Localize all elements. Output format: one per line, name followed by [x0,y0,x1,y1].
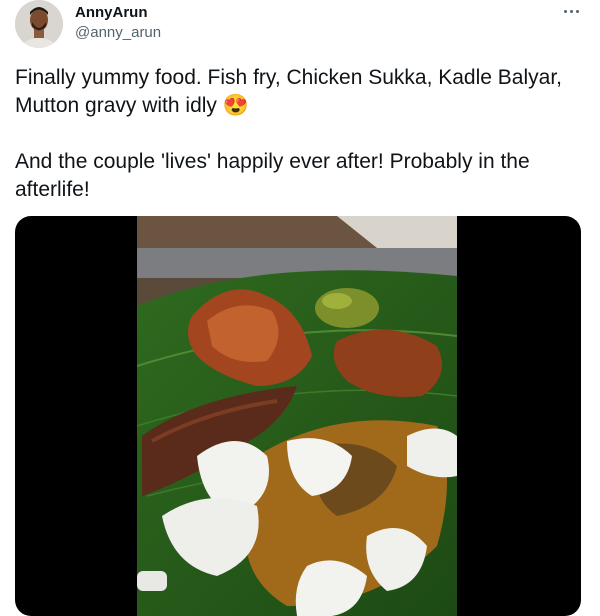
avatar-image [15,0,63,48]
more-dot [575,9,579,13]
tweet-text-line-1: Finally yummy food. Fish fry, Chicken Su… [15,66,562,117]
more-dot [569,9,573,13]
author-avatar[interactable] [15,0,63,48]
tweet-text-line-2: And the couple 'lives' happily ever afte… [15,150,530,201]
tweet-media[interactable] [15,216,581,616]
more-options-button[interactable] [556,1,586,21]
tweet-paragraph-1: Finally yummy food. Fish fry, Chicken Su… [15,64,585,120]
heart-eyes-emoji: 😍 [222,94,249,117]
more-horizontal-icon [563,9,567,13]
tweet-text: Finally yummy food. Fish fry, Chicken Su… [15,64,585,204]
author-name[interactable]: AnnyArun [75,4,148,21]
author-handle[interactable]: @anny_arun [75,24,161,41]
tweet-paragraph-2: And the couple 'lives' happily ever afte… [15,148,585,204]
food-photo [137,216,457,616]
